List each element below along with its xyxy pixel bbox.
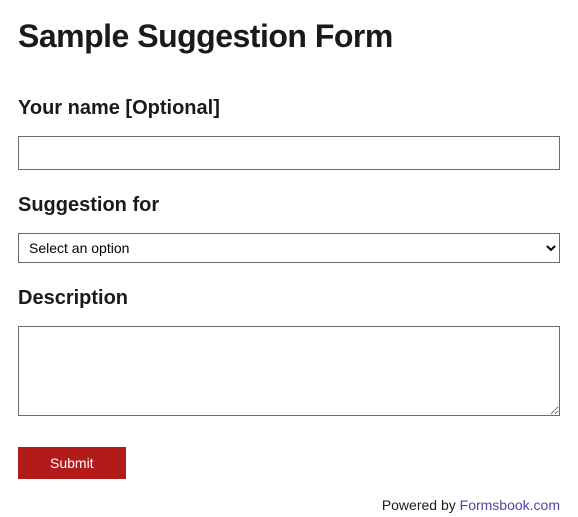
name-input[interactable]	[18, 136, 560, 170]
credit-line: Powered by Formsbook.com	[18, 497, 560, 513]
description-field: Description	[18, 287, 560, 421]
suggestion-for-select[interactable]: Select an option	[18, 233, 560, 263]
credit-link[interactable]: Formsbook.com	[460, 497, 560, 513]
description-textarea[interactable]	[18, 326, 560, 416]
credit-prefix: Powered by	[382, 497, 460, 513]
name-label: Your name [Optional]	[18, 97, 560, 120]
submit-button[interactable]: Submit	[18, 447, 126, 479]
name-field: Your name [Optional]	[18, 97, 560, 170]
suggestion-for-field: Suggestion for Select an option	[18, 194, 560, 263]
description-label: Description	[18, 287, 560, 310]
suggestion-for-label: Suggestion for	[18, 194, 560, 217]
form-title: Sample Suggestion Form	[18, 18, 560, 55]
